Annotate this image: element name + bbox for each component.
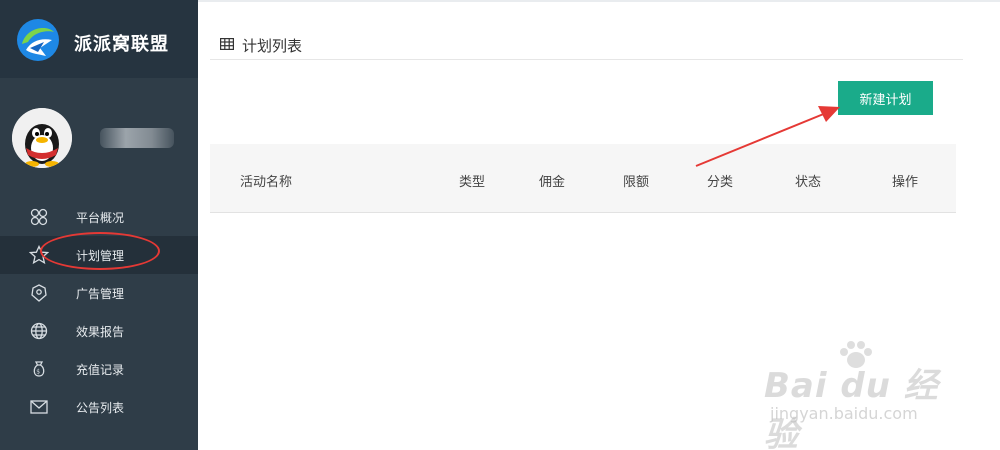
baidu-watermark: Bai du 经验 jingyan.baidu.com xyxy=(764,340,954,450)
sidebar-item-label: 公告列表 xyxy=(76,401,125,415)
badge-icon xyxy=(31,284,47,302)
clover-icon xyxy=(30,208,48,226)
sidebar-item-label: 平台概况 xyxy=(76,211,125,225)
sidebar-item-platform-overview[interactable]: 平台概况 xyxy=(0,198,198,236)
page-title: 计划列表 xyxy=(242,37,303,55)
brand-bar: 派派窝联盟 xyxy=(0,0,198,78)
new-plan-button[interactable]: 新建计划 xyxy=(838,81,933,115)
envelope-icon xyxy=(30,400,48,414)
sidebar-item-announcements[interactable]: 公告列表 xyxy=(0,388,198,426)
column-header-actions: 操作 xyxy=(892,175,919,190)
svg-text:$: $ xyxy=(36,369,40,376)
column-header-activity-name: 活动名称 xyxy=(240,175,293,190)
sidebar-item-label: 计划管理 xyxy=(76,249,125,263)
money-bag-icon: $ xyxy=(33,361,45,377)
table-icon xyxy=(220,38,234,50)
column-header-commission: 佣金 xyxy=(539,175,566,190)
penguin-avatar-icon xyxy=(12,108,72,168)
star-icon xyxy=(29,245,49,265)
column-header-limit: 限额 xyxy=(623,175,650,190)
globe-icon xyxy=(30,322,48,340)
watermark-text: Bai du 经验 xyxy=(764,366,939,450)
brand-title: 派派窝联盟 xyxy=(74,34,169,55)
sidebar-item-label: 充值记录 xyxy=(76,363,125,377)
user-panel xyxy=(0,78,198,198)
sidebar-item-label: 效果报告 xyxy=(76,325,125,339)
avatar[interactable] xyxy=(12,108,72,168)
column-header-status: 状态 xyxy=(795,175,822,190)
watermark-url: jingyan.baidu.com xyxy=(770,404,918,423)
sidebar-item-label: 广告管理 xyxy=(76,287,125,301)
sidebar-nav: 平台概况 计划管理 广告管理 效果报告 $ 充值记录 公告列表 xyxy=(0,198,198,426)
sidebar-item-ad-management[interactable]: 广告管理 xyxy=(0,274,198,312)
username-redacted xyxy=(100,128,174,148)
sidebar: 派派窝联盟 平台概况 计划管理 广告管理 效果报告 $ 充值记录 公告列表 xyxy=(0,0,198,450)
top-divider xyxy=(198,0,1000,2)
column-header-category: 分类 xyxy=(707,175,734,190)
sidebar-item-plan-management[interactable]: 计划管理 xyxy=(0,236,198,274)
paw-icon xyxy=(840,341,872,368)
sidebar-item-recharge-records[interactable]: $ 充值记录 xyxy=(0,350,198,388)
panel-header: 计划列表 xyxy=(210,28,963,60)
plan-table-header: 活动名称 类型 佣金 限额 分类 状态 操作 xyxy=(210,144,956,213)
sidebar-item-effect-report[interactable]: 效果报告 xyxy=(0,312,198,350)
column-header-type: 类型 xyxy=(459,175,486,190)
logo-icon xyxy=(17,19,59,61)
